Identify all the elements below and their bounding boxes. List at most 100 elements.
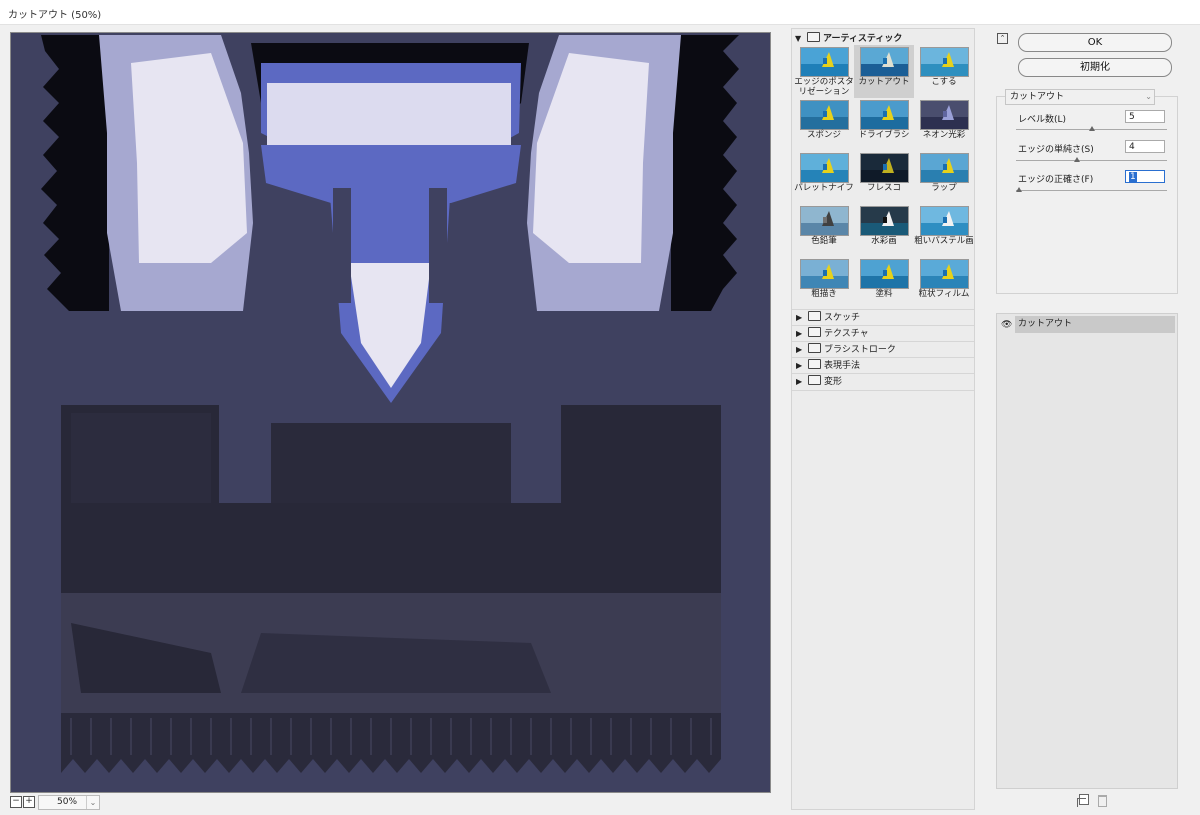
collapse-gallery-icon[interactable]: ⌃ <box>997 33 1008 44</box>
folder-icon <box>808 375 821 385</box>
thumb-label: ラップ <box>931 183 957 193</box>
triangle-down-icon: ▼ <box>795 34 802 43</box>
filter-thumb-plastic-wrap[interactable]: ラップ <box>914 151 974 204</box>
thumbnail-image <box>800 100 849 130</box>
thumb-label: パレットナイフ <box>794 183 854 193</box>
folder-icon <box>808 327 821 337</box>
edge-simplicity-slider[interactable] <box>1016 157 1167 162</box>
thumbnail-image <box>920 100 969 130</box>
category-texture[interactable]: ▶ テクスチャ <box>792 325 974 342</box>
chevron-down-icon: ⌄ <box>86 796 99 809</box>
category-label: スケッチ <box>824 313 861 323</box>
levels-slider-knob[interactable] <box>1088 126 1095 131</box>
window-title: カットアウト (50%) <box>8 10 102 21</box>
thumbnail-image <box>920 47 969 77</box>
thumb-label: 粗いパステル画 <box>914 236 974 246</box>
filter-settings-panel <box>996 96 1178 294</box>
filter-thumb-fresco[interactable]: フレスコ <box>854 151 914 204</box>
reset-button[interactable]: 初期化 <box>1018 58 1172 77</box>
filter-select[interactable]: カットアウト ⌄ <box>1005 89 1155 105</box>
category-label: ブラシストローク <box>824 345 896 355</box>
triangle-right-icon: ▶ <box>796 345 803 354</box>
thumbnail-image <box>860 100 909 130</box>
thumb-label: 粗描き <box>811 289 837 299</box>
thumbnail-image <box>800 206 849 236</box>
thumbnail-image <box>920 153 969 183</box>
thumbnail-image <box>920 206 969 236</box>
trash-icon[interactable] <box>1098 795 1107 807</box>
thumb-label: 水彩画 <box>871 236 897 246</box>
edge-simplicity-input[interactable]: 4 <box>1125 140 1165 153</box>
filter-thumb-cutout[interactable]: カットアウト <box>854 45 914 98</box>
title-bar: カットアウト (50%) <box>0 0 1200 25</box>
zoom-select[interactable]: 50% ⌄ <box>38 795 100 810</box>
filter-thumb-posterize-edges[interactable]: エッジのポスタリゼーション <box>794 45 854 98</box>
thumb-label: カットアウト <box>858 77 910 87</box>
thumb-label: スポンジ <box>806 130 841 140</box>
thumb-label: こする <box>931 77 957 87</box>
filter-thumb-underpainting[interactable]: 粗描き <box>794 257 854 310</box>
effect-layer-row[interactable]: 👁 カットアウト <box>997 316 1177 333</box>
category-label: 表現手法 <box>824 361 861 371</box>
folder-icon <box>808 343 821 353</box>
category-distort[interactable]: ▶ 変形 <box>792 373 974 391</box>
zoom-out-button[interactable]: − <box>10 796 22 808</box>
thumb-label: 粒状フィルム <box>918 289 970 299</box>
preview-image <box>11 33 770 792</box>
chevron-down-icon: ⌄ <box>1145 92 1152 101</box>
filter-thumb-colored-pencil[interactable]: 色鉛筆 <box>794 204 854 257</box>
thumbnail-image <box>860 259 909 289</box>
category-label: 変形 <box>824 377 843 387</box>
thumbnail-image <box>800 47 849 77</box>
filter-thumb-rough-pastels[interactable]: 粗いパステル画 <box>914 204 974 257</box>
filter-thumb-palette-knife[interactable]: パレットナイフ <box>794 151 854 204</box>
triangle-right-icon: ▶ <box>796 329 803 338</box>
folder-icon <box>807 32 820 42</box>
preview-canvas[interactable] <box>10 32 771 793</box>
thumb-label: エッジのポスタリゼーション <box>794 77 854 97</box>
filter-thumb-sponge[interactable]: スポンジ <box>794 98 854 151</box>
category-stylize[interactable]: ▶ 表現手法 <box>792 357 974 374</box>
filter-thumb-smudge[interactable]: こする <box>914 45 974 98</box>
levels-label: レベル数(L) <box>1018 115 1067 125</box>
filter-thumb-watercolor[interactable]: 水彩画 <box>854 204 914 257</box>
zoom-in-button[interactable]: + <box>23 796 35 808</box>
edge-fidelity-label: エッジの正確さ(F) <box>1018 175 1094 185</box>
zoom-value: 50% <box>57 797 78 807</box>
triangle-right-icon: ▶ <box>796 377 803 386</box>
thumb-label: フレスコ <box>866 183 901 193</box>
ok-button[interactable]: OK <box>1018 33 1172 52</box>
category-sketch[interactable]: ▶ スケッチ <box>792 309 974 326</box>
edge-simplicity-slider-knob[interactable] <box>1074 157 1080 162</box>
filter-thumb-paint-daubs[interactable]: 塗料 <box>854 257 914 310</box>
new-effect-layer-icon[interactable] <box>1077 794 1089 807</box>
thumb-label: 色鉛筆 <box>811 236 837 246</box>
thumbnail-image <box>860 153 909 183</box>
filter-thumb-neon-glow[interactable]: ネオン光彩 <box>914 98 974 151</box>
levels-slider[interactable] <box>1016 126 1167 131</box>
edge-fidelity-slider-knob[interactable] <box>1016 187 1022 192</box>
category-artistic[interactable]: ▼ アーティスティック <box>795 32 902 46</box>
thumb-label: ドライブラシ <box>858 130 910 140</box>
levels-input[interactable]: 5 <box>1125 110 1165 123</box>
folder-icon <box>808 311 821 321</box>
thumb-label: ネオン光彩 <box>922 130 966 140</box>
triangle-right-icon: ▶ <box>796 361 803 370</box>
thumbnail-image <box>860 206 909 236</box>
category-brush-strokes[interactable]: ▶ ブラシストローク <box>792 341 974 358</box>
effect-layer-name: カットアウト <box>1015 316 1175 333</box>
filter-thumb-dry-brush[interactable]: ドライブラシ <box>854 98 914 151</box>
edge-fidelity-input[interactable]: 1 <box>1125 170 1165 183</box>
edge-fidelity-slider[interactable] <box>1016 187 1167 192</box>
thumbnail-image <box>860 47 909 77</box>
filter-select-value: カットアウト <box>1010 92 1065 102</box>
category-label: アーティスティック <box>823 34 903 44</box>
thumb-label: 塗料 <box>875 289 893 299</box>
thumbnail-image <box>920 259 969 289</box>
thumbnail-image <box>800 153 849 183</box>
triangle-right-icon: ▶ <box>796 313 803 322</box>
edge-simplicity-label: エッジの単純さ(S) <box>1018 145 1094 155</box>
filter-gallery: ▼ アーティスティック エッジのポスタリゼーション カットアウト こする スポンジ… <box>791 28 975 810</box>
eye-icon[interactable]: 👁 <box>1001 320 1012 330</box>
filter-thumb-film-grain[interactable]: 粒状フィルム <box>914 257 974 310</box>
